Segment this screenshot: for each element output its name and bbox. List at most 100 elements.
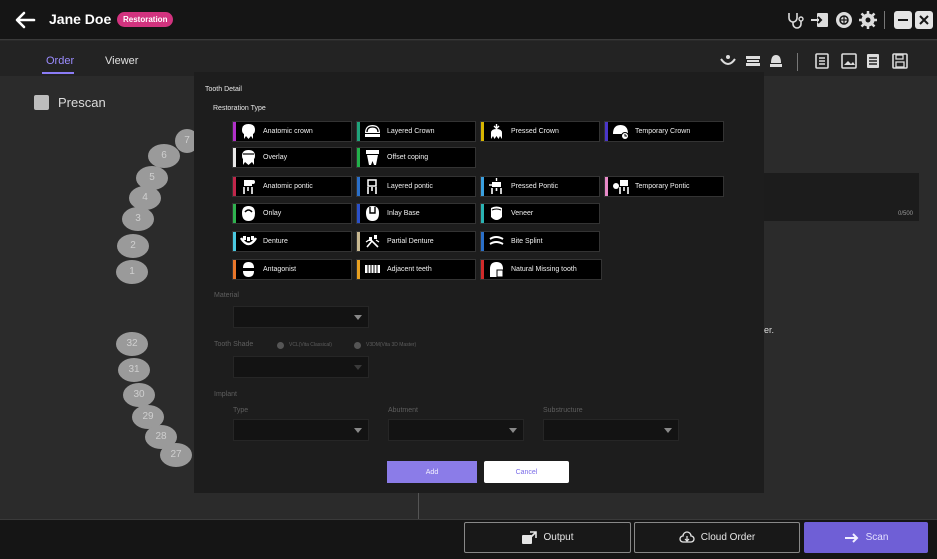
natural-missing-tooth-icon (487, 261, 505, 278)
option-inlay-base[interactable]: Inlay Base (356, 203, 476, 224)
bite-splint-icon (487, 233, 505, 250)
antagonist-icon (239, 261, 257, 278)
settings-icon[interactable] (858, 10, 878, 30)
option-label: Natural Missing tooth (511, 266, 577, 273)
pressed-crown-icon (487, 123, 505, 140)
option-temporary-pontic[interactable]: Temporary Pontic (604, 176, 724, 197)
option-pressed-crown[interactable]: Pressed Crown (480, 121, 600, 142)
tooth-6[interactable]: 6 (148, 144, 180, 168)
temporary-pontic-icon (611, 178, 629, 195)
cloud-order-button[interactable]: Cloud Order (634, 522, 800, 553)
image-icon[interactable] (840, 53, 858, 69)
document-icon[interactable] (864, 53, 882, 69)
option-label: Partial Denture (387, 238, 434, 245)
option-label: Offset coping (387, 154, 429, 161)
panel-divider (418, 492, 419, 519)
substructure-label: Substructure (543, 407, 583, 414)
veneer-icon (487, 205, 505, 222)
output-button[interactable]: Output (464, 522, 631, 553)
option-anatomic-crown[interactable]: Anatomic crown (232, 121, 352, 142)
tooth-27[interactable]: 27 (160, 443, 192, 467)
adjacent-teeth-icon (363, 261, 381, 278)
cancel-button[interactable]: Cancel (484, 461, 569, 483)
material-select[interactable] (233, 306, 369, 328)
option-label: Layered pontic (387, 183, 433, 190)
tooth-1[interactable]: 1 (116, 260, 148, 284)
option-pressed-pontic[interactable]: Pressed Pontic (480, 176, 600, 197)
substructure-select[interactable] (543, 419, 679, 441)
pressed-pontic-icon (487, 178, 505, 195)
offset-coping-icon (363, 149, 381, 166)
export-icon[interactable] (810, 10, 830, 30)
active-tab-indicator (42, 72, 74, 74)
tooth-32[interactable]: 32 (116, 332, 148, 356)
overlay-icon (239, 149, 257, 166)
tooth-30[interactable]: 30 (123, 383, 155, 407)
material-label: Material (214, 292, 239, 299)
chevron-down-icon (354, 315, 362, 320)
notes-textarea[interactable] (757, 173, 919, 221)
tooth-31[interactable]: 31 (118, 358, 150, 382)
option-natural-missing-tooth[interactable]: Natural Missing tooth (480, 259, 602, 280)
globe-icon[interactable] (834, 10, 854, 30)
option-temporary-crown[interactable]: Temporary Crown (604, 121, 724, 142)
option-overlay[interactable]: Overlay (232, 147, 352, 168)
add-button[interactable]: Add (387, 461, 477, 483)
option-label: Overlay (263, 154, 288, 161)
tab-order[interactable]: Order (46, 55, 74, 67)
prescan-checkbox[interactable] (34, 95, 49, 110)
option-partial-denture[interactable]: Partial Denture (356, 231, 476, 252)
stethoscope-icon[interactable] (785, 10, 805, 30)
implant-label: Implant (214, 391, 237, 398)
anatomic-pontic-icon (239, 178, 257, 195)
inlay-base-icon (363, 205, 381, 222)
tab-viewer[interactable]: Viewer (105, 55, 138, 67)
option-label: Inlay Base (387, 210, 420, 217)
chevron-down-icon (664, 428, 672, 433)
vcl-label: VCL(Vita Classical) (289, 342, 332, 348)
option-label: Anatomic crown (263, 128, 313, 135)
option-onlay[interactable]: Onlay (232, 203, 352, 224)
option-denture[interactable]: Denture (232, 231, 352, 252)
tooth-3[interactable]: 3 (122, 207, 154, 231)
layered-crown-icon (363, 123, 381, 140)
vcl-radio[interactable] (277, 342, 284, 349)
close-icon (919, 15, 929, 25)
minimize-icon (898, 19, 908, 21)
option-label: Antagonist (263, 266, 297, 273)
close-button[interactable] (915, 11, 933, 29)
option-antagonist[interactable]: Antagonist (232, 259, 352, 280)
save-icon[interactable] (891, 53, 909, 69)
abutment-select[interactable] (388, 419, 524, 441)
abutment-label: Abutment (388, 407, 418, 414)
option-adjacent-teeth[interactable]: Adjacent teeth (356, 259, 476, 280)
cloud-order-label: Cloud Order (700, 532, 756, 543)
v3dm-radio[interactable] (354, 342, 361, 349)
option-label: Temporary Pontic (635, 183, 690, 190)
patient-name: Jane Doe (49, 11, 112, 27)
option-anatomic-pontic[interactable]: Anatomic pontic (232, 176, 352, 197)
implant-type-select[interactable] (233, 419, 369, 441)
tab-bar: Order Viewer (0, 41, 937, 76)
option-bite-splint[interactable]: Bite Splint (480, 231, 600, 252)
option-offset-coping[interactable]: Offset coping (356, 147, 476, 168)
shade-select[interactable] (233, 356, 369, 378)
onlay-icon (239, 205, 257, 222)
tooth-2[interactable]: 2 (117, 234, 149, 258)
lower-jaw-icon[interactable] (744, 53, 762, 69)
output-label: Output (543, 532, 574, 543)
notes-icon[interactable] (813, 53, 831, 69)
option-veneer[interactable]: Veneer (480, 203, 600, 224)
tooth-stack-icon[interactable] (767, 53, 785, 69)
back-arrow-icon[interactable] (14, 10, 36, 30)
jaw-scan-icon[interactable] (719, 53, 737, 69)
anatomic-crown-icon (239, 123, 257, 140)
scan-button[interactable]: Scan (804, 522, 928, 553)
chevron-down-icon (509, 428, 517, 433)
temporary-crown-icon (611, 123, 629, 140)
minimize-button[interactable] (894, 11, 912, 29)
option-layered-crown[interactable]: Layered Crown (356, 121, 476, 142)
option-label: Anatomic pontic (263, 183, 313, 190)
option-layered-pontic[interactable]: Layered pontic (356, 176, 476, 197)
chevron-down-icon (354, 365, 362, 370)
